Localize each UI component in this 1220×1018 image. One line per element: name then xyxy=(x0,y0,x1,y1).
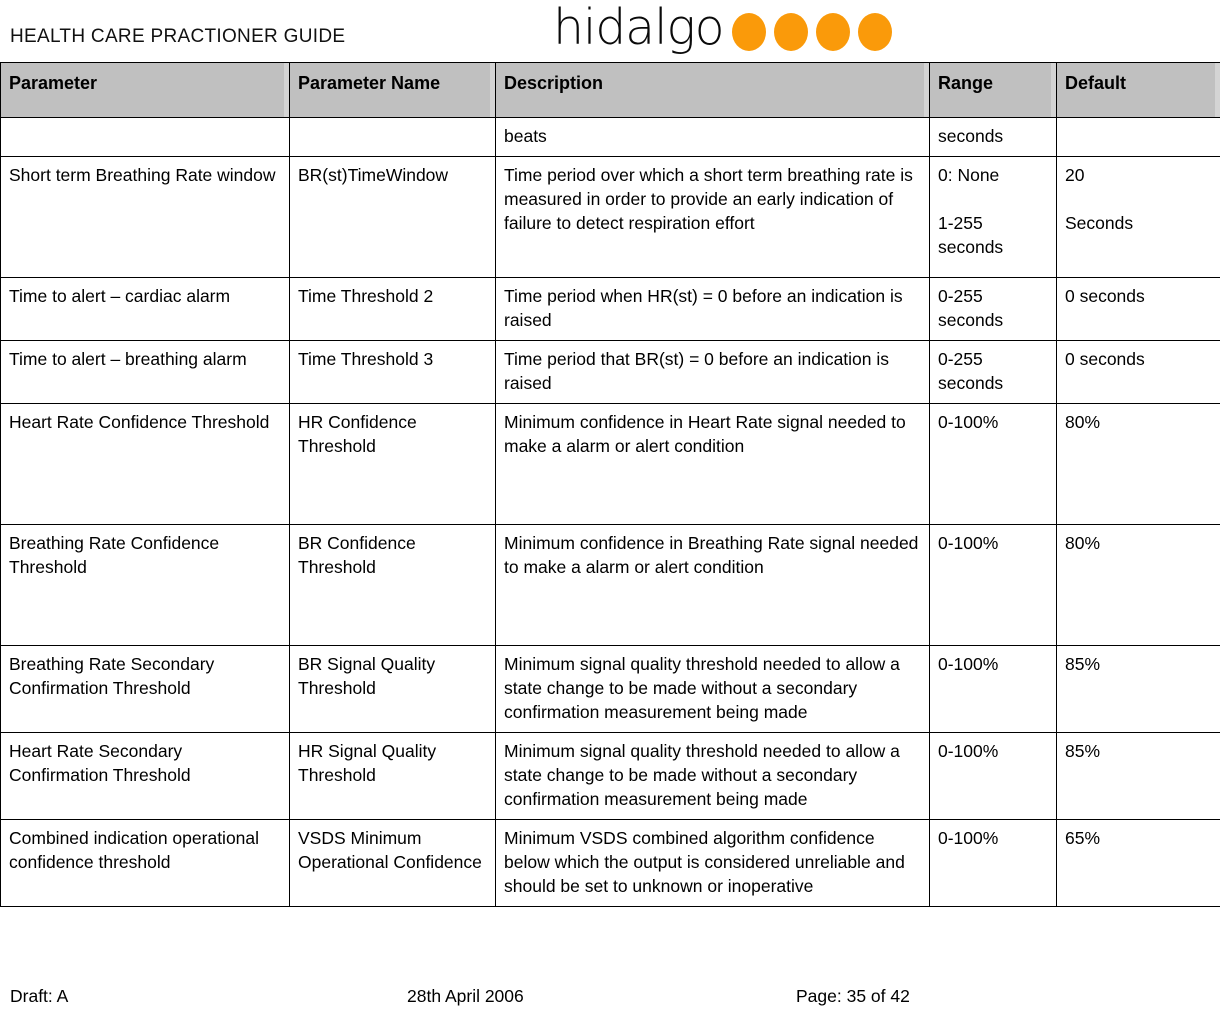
cell-range: seconds xyxy=(929,117,1057,157)
cell-parameter-name: HR Signal Quality Threshold xyxy=(289,732,496,820)
table-row: Breathing Rate Secondary Confirmation Th… xyxy=(0,645,1220,733)
logo-dot-icon xyxy=(732,13,767,51)
cell-default: 20 Seconds xyxy=(1056,156,1220,278)
cell-description: Minimum confidence in Heart Rate signal … xyxy=(495,403,930,525)
cell-description: Minimum confidence in Breathing Rate sig… xyxy=(495,524,930,646)
footer-date: 28th April 2006 xyxy=(407,986,524,1006)
footer-draft: Draft: A xyxy=(10,986,69,1006)
hidalgo-logo: hidalgo xyxy=(553,0,893,56)
cell-default: 85% xyxy=(1056,732,1220,820)
cell-parameter: Time to alert – cardiac alarm xyxy=(0,277,290,341)
cell-parameter: Heart Rate Secondary Confirmation Thresh… xyxy=(0,732,290,820)
cell-description: Minimum signal quality threshold needed … xyxy=(495,645,930,733)
cell-default: 0 seconds xyxy=(1056,277,1220,341)
cell-default: 85% xyxy=(1056,645,1220,733)
cell-description: beats xyxy=(495,117,930,157)
cell-parameter-name: BR(st)TimeWindow xyxy=(289,156,496,278)
page-footer: Draft: A 28th April 2006 Page: 35 of 42 xyxy=(0,986,1220,1018)
table-row: Combined indication operational confiden… xyxy=(0,819,1220,907)
cell-default-line-1: 20 xyxy=(1065,165,1085,185)
table-row: Short term Breathing Rate window BR(st)T… xyxy=(0,156,1220,278)
cell-parameter: Heart Rate Confidence Threshold xyxy=(0,403,290,525)
cell-description: Minimum VSDS combined algorithm confiden… xyxy=(495,819,930,907)
cell-parameter-name: BR Confidence Threshold xyxy=(289,524,496,646)
table-row: Heart Rate Secondary Confirmation Thresh… xyxy=(0,732,1220,820)
cell-range: 0-100% xyxy=(929,732,1057,820)
cell-description: Minimum signal quality threshold needed … xyxy=(495,732,930,820)
logo-dot-icon xyxy=(816,13,851,51)
cell-default: 80% xyxy=(1056,403,1220,525)
table-row: Breathing Rate Confidence Threshold BR C… xyxy=(0,524,1220,646)
table-row: Time to alert – cardiac alarm Time Thres… xyxy=(0,277,1220,341)
cell-description: Time period over which a short term brea… xyxy=(495,156,930,278)
logo-dot-icon xyxy=(858,13,893,51)
cell-parameter-name xyxy=(289,117,496,157)
cell-default: 0 seconds xyxy=(1056,340,1220,404)
logo-dots xyxy=(732,13,893,51)
cell-range-line-2: 1-255 seconds xyxy=(938,213,1004,257)
column-header-parameter: Parameter xyxy=(0,62,290,118)
cell-parameter-name: BR Signal Quality Threshold xyxy=(289,645,496,733)
cell-range: 0-100% xyxy=(929,403,1057,525)
table-row: beats seconds xyxy=(0,117,1220,157)
cell-default xyxy=(1056,117,1220,157)
column-header-parameter-name: Parameter Name xyxy=(289,62,496,118)
cell-default: 65% xyxy=(1056,819,1220,907)
document-title: HEALTH CARE PRACTIONER GUIDE xyxy=(10,26,346,47)
cell-range: 0: None 1-255 seconds xyxy=(929,156,1057,278)
cell-parameter-name: Time Threshold 3 xyxy=(289,340,496,404)
cell-parameter: Combined indication operational confiden… xyxy=(0,819,290,907)
cell-parameter-name: VSDS Minimum Operational Confidence xyxy=(289,819,496,907)
cell-parameter xyxy=(0,117,290,157)
cell-range: 0-100% xyxy=(929,524,1057,646)
cell-default-line-2: Seconds xyxy=(1065,213,1134,233)
cell-description: Time period when HR(st) = 0 before an in… xyxy=(495,277,930,341)
cell-parameter: Breathing Rate Confidence Threshold xyxy=(0,524,290,646)
cell-parameter-name: Time Threshold 2 xyxy=(289,277,496,341)
page-header: HEALTH CARE PRACTIONER GUIDE hidalgo xyxy=(0,0,1220,62)
cell-spacer xyxy=(1065,187,1212,211)
parameter-table: Parameter Parameter Name Description Ran… xyxy=(0,62,1220,907)
cell-parameter: Short term Breathing Rate window xyxy=(0,156,290,278)
table-row: Time to alert – breathing alarm Time Thr… xyxy=(0,340,1220,404)
cell-parameter: Time to alert – breathing alarm xyxy=(0,340,290,404)
cell-default: 80% xyxy=(1056,524,1220,646)
cell-parameter: Breathing Rate Secondary Confirmation Th… xyxy=(0,645,290,733)
cell-parameter-name: HR Confidence Threshold xyxy=(289,403,496,525)
table-row: Heart Rate Confidence Threshold HR Confi… xyxy=(0,403,1220,525)
logo-dot-icon xyxy=(774,13,809,51)
column-header-description: Description xyxy=(495,62,930,118)
column-header-range: Range xyxy=(929,62,1057,118)
cell-range: 0-255 seconds xyxy=(929,340,1057,404)
cell-spacer xyxy=(938,187,1048,211)
cell-range: 0-100% xyxy=(929,819,1057,907)
cell-range: 0-255 seconds xyxy=(929,277,1057,341)
parameter-table-clip: Parameter Parameter Name Description Ran… xyxy=(0,62,1220,1010)
table-header-row: Parameter Parameter Name Description Ran… xyxy=(0,62,1220,118)
cell-range: 0-100% xyxy=(929,645,1057,733)
logo-wordmark: hidalgo xyxy=(553,0,725,56)
column-header-default: Default xyxy=(1056,62,1220,118)
cell-description: Time period that BR(st) = 0 before an in… xyxy=(495,340,930,404)
cell-range-line-1: 0: None xyxy=(938,165,1000,185)
footer-page-number: Page: 35 of 42 xyxy=(796,986,910,1006)
